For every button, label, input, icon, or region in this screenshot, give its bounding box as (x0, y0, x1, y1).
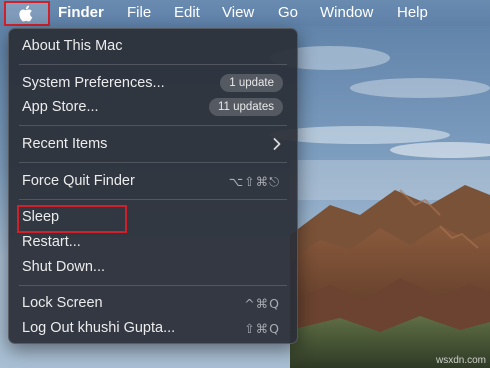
keyboard-shortcut: ⇧⌘Q (244, 321, 280, 336)
menu-help[interactable]: Help (397, 4, 428, 22)
menu-separator (19, 285, 287, 286)
menu-item-recent-items[interactable]: Recent Items (9, 133, 297, 155)
menu-item-force-quit[interactable]: Force Quit Finder ⌥⇧⌘⎋ (9, 170, 297, 192)
menu-item-shut-down[interactable]: Shut Down... (9, 256, 297, 278)
apple-menu-dropdown: About This Mac System Preferences... 1 u… (8, 28, 298, 344)
menu-item-label: Recent Items (22, 136, 108, 152)
menu-item-log-out[interactable]: Log Out khushi Gupta... ⇧⌘Q (9, 317, 297, 339)
menu-edit[interactable]: Edit (174, 4, 200, 22)
menu-finder[interactable]: Finder (58, 4, 104, 22)
menu-view[interactable]: View (222, 4, 254, 22)
menu-item-label: Force Quit Finder (22, 173, 135, 189)
menu-item-label: Log Out khushi Gupta... (22, 320, 176, 336)
menu-separator (19, 162, 287, 163)
menu-item-label: Lock Screen (22, 295, 103, 311)
watermark: wsxdn.com (435, 355, 486, 366)
menu-separator (19, 64, 287, 65)
menu-item-label: System Preferences... (22, 75, 165, 91)
menu-window[interactable]: Window (320, 4, 373, 22)
menu-bar: Finder File Edit View Go Window Help (0, 0, 490, 26)
menu-item-about-this-mac[interactable]: About This Mac (9, 35, 297, 57)
sleep-highlight-box (17, 205, 127, 233)
update-badge: 11 updates (208, 98, 283, 116)
menu-item-label: App Store... (22, 99, 99, 115)
menu-item-label: About This Mac (22, 38, 123, 54)
update-badge: 1 update (220, 74, 283, 92)
menu-go[interactable]: Go (278, 4, 298, 22)
menu-separator (19, 125, 287, 126)
menu-file[interactable]: File (127, 4, 151, 22)
menu-item-restart[interactable]: Restart... (9, 231, 297, 253)
keyboard-shortcut: ⌥⇧⌘⎋ (228, 174, 280, 189)
menu-item-system-preferences[interactable]: System Preferences... 1 update (9, 72, 297, 94)
menu-item-lock-screen[interactable]: Lock Screen ^⌘Q (9, 292, 297, 314)
menu-item-label: Restart... (22, 234, 81, 250)
apple-menu-button[interactable] (4, 1, 50, 26)
menu-item-app-store[interactable]: App Store... 11 updates (9, 96, 297, 118)
apple-logo-icon (19, 5, 33, 22)
menu-item-label: Shut Down... (22, 259, 106, 275)
menu-separator (19, 199, 287, 200)
chevron-right-icon (273, 138, 281, 150)
keyboard-shortcut: ^⌘Q (244, 296, 280, 311)
